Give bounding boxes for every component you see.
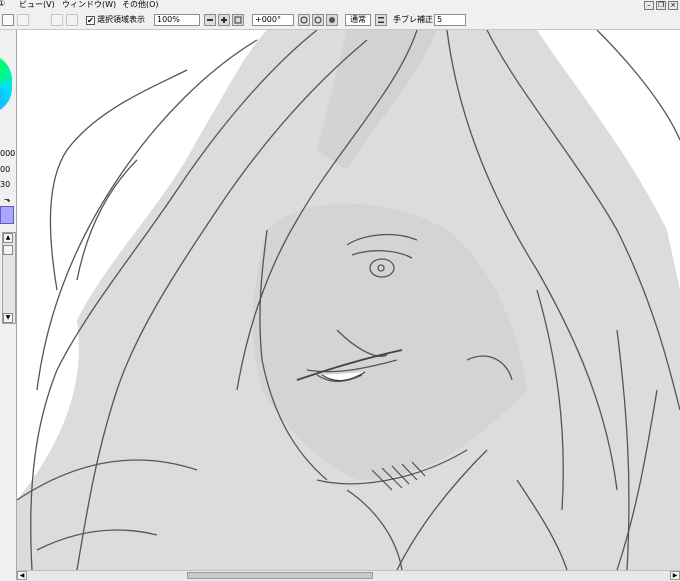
new-button[interactable] — [2, 14, 14, 26]
stabilizer-select[interactable]: 5 — [434, 14, 466, 26]
color-wheel[interactable] — [0, 54, 12, 114]
scroll-right-icon[interactable]: ▶ — [670, 571, 680, 580]
drawing-canvas[interactable] — [17, 30, 680, 570]
rotation-select[interactable]: +000° — [252, 14, 294, 26]
rotate-right-button[interactable] — [312, 14, 324, 26]
scroll-up-icon[interactable]: ▲ — [3, 233, 13, 243]
zoom-reset-button[interactable] — [232, 14, 244, 26]
sketch-artwork — [17, 30, 680, 570]
horizontal-scroll-thumb[interactable] — [187, 572, 373, 579]
undo-button[interactable] — [17, 14, 29, 26]
flip-icon — [378, 17, 384, 23]
blend-mode-button[interactable]: 通常 — [345, 14, 371, 26]
color-value-3: 30 — [0, 180, 11, 189]
toolbar: ✔ 選択領域表示 100% +000° 通常 手ブレ補正 5 — [0, 11, 680, 30]
rotate-left-icon — [300, 16, 308, 24]
scroll-down-icon[interactable]: ▼ — [3, 313, 13, 323]
rotate-reset-icon — [329, 17, 335, 23]
menu-item-partial[interactable]: ① — [0, 0, 5, 8]
rotate-reset-button[interactable] — [326, 14, 338, 26]
show-selection-checkbox[interactable]: ✔ — [86, 16, 95, 25]
restore-icon[interactable]: ❐ — [656, 1, 666, 10]
menu-item-view[interactable]: ビュー(V) — [19, 0, 55, 10]
zoom-out-button[interactable] — [204, 14, 216, 26]
invert-selection-button[interactable] — [66, 14, 78, 26]
deselect-button[interactable] — [51, 14, 63, 26]
panel-scrollbar[interactable]: ▲ ▼ — [2, 232, 16, 324]
menu-item-other[interactable]: その他(O) — [122, 0, 159, 10]
menu-item-window[interactable]: ウィンドウ(W) — [62, 0, 116, 10]
show-selection-label: 選択領域表示 — [97, 15, 145, 24]
color-value-1: 000 — [0, 149, 16, 158]
current-color-swatch[interactable] — [0, 206, 14, 224]
rotate-left-button[interactable] — [298, 14, 310, 26]
horizontal-scrollbar[interactable]: ◀ ▶ — [17, 570, 680, 581]
close-icon[interactable]: × — [668, 1, 678, 10]
scroll-thumb[interactable] — [3, 245, 13, 255]
swap-colors-icon[interactable]: ⬎ — [4, 195, 11, 204]
reset-icon — [234, 16, 242, 24]
zoom-select[interactable]: 100% — [154, 14, 200, 26]
window-controls: – ❐ × — [644, 1, 678, 10]
stabilizer-label: 手ブレ補正 — [393, 15, 433, 24]
rotate-right-icon — [314, 16, 322, 24]
flip-button[interactable] — [375, 14, 387, 26]
plus-icon — [221, 17, 227, 23]
minus-icon — [207, 19, 213, 21]
scroll-left-icon[interactable]: ◀ — [17, 571, 27, 580]
left-panel: 000 00 30 ⬎ ▲ ▼ — [0, 30, 17, 580]
minimize-icon[interactable]: – — [644, 1, 654, 10]
menu-bar: ① ビュー(V) ウィンドウ(W) その他(O) – ❐ × — [0, 0, 680, 11]
color-value-2: 00 — [0, 165, 11, 174]
zoom-in-button[interactable] — [218, 14, 230, 26]
